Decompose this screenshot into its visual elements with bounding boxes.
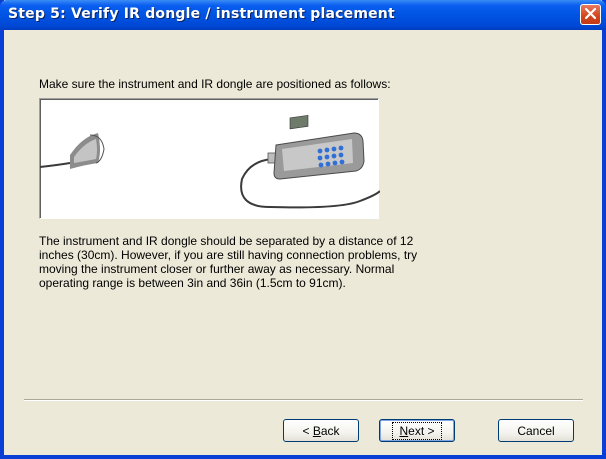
intro-text: Make sure the instrument and IR dongle a…	[39, 77, 391, 91]
title-bar[interactable]: Step 5: Verify IR dongle / instrument pl…	[0, 0, 606, 30]
cancel-button[interactable]: Cancel	[498, 419, 574, 442]
placement-illustration	[39, 98, 380, 219]
ir-dongle-icon	[70, 133, 105, 169]
description-line: moving the instrument closer or further …	[39, 262, 395, 276]
cancel-button-label: Cancel	[517, 423, 555, 438]
separator-line	[24, 399, 583, 401]
instrument-icon	[267, 114, 365, 180]
placement-description: The instrument and IR dongle should be s…	[39, 234, 539, 290]
next-mnemonic: N	[399, 423, 409, 438]
back-mnemonic: B	[312, 423, 321, 438]
close-button[interactable]	[580, 4, 601, 25]
description-line: The instrument and IR dongle should be s…	[39, 234, 414, 248]
next-label-rest: ext >	[408, 423, 435, 438]
wizard-dialog: Step 5: Verify IR dongle / instrument pl…	[0, 0, 606, 459]
description-line: operating range is between 3in and 36in …	[39, 276, 346, 290]
wizard-content: Make sure the instrument and IR dongle a…	[4, 30, 602, 455]
back-button[interactable]: < Back	[283, 419, 359, 442]
back-button-label: < Back	[302, 424, 339, 438]
back-label-rest: ack	[320, 423, 340, 438]
back-arrow-text: <	[302, 423, 313, 438]
description-line: inches (30cm). However, if you are still…	[39, 248, 418, 262]
window-title: Step 5: Verify IR dongle / instrument pl…	[8, 6, 395, 22]
next-button[interactable]: Next >	[379, 419, 455, 442]
close-icon	[584, 5, 597, 24]
next-button-label: Next >	[392, 421, 442, 440]
